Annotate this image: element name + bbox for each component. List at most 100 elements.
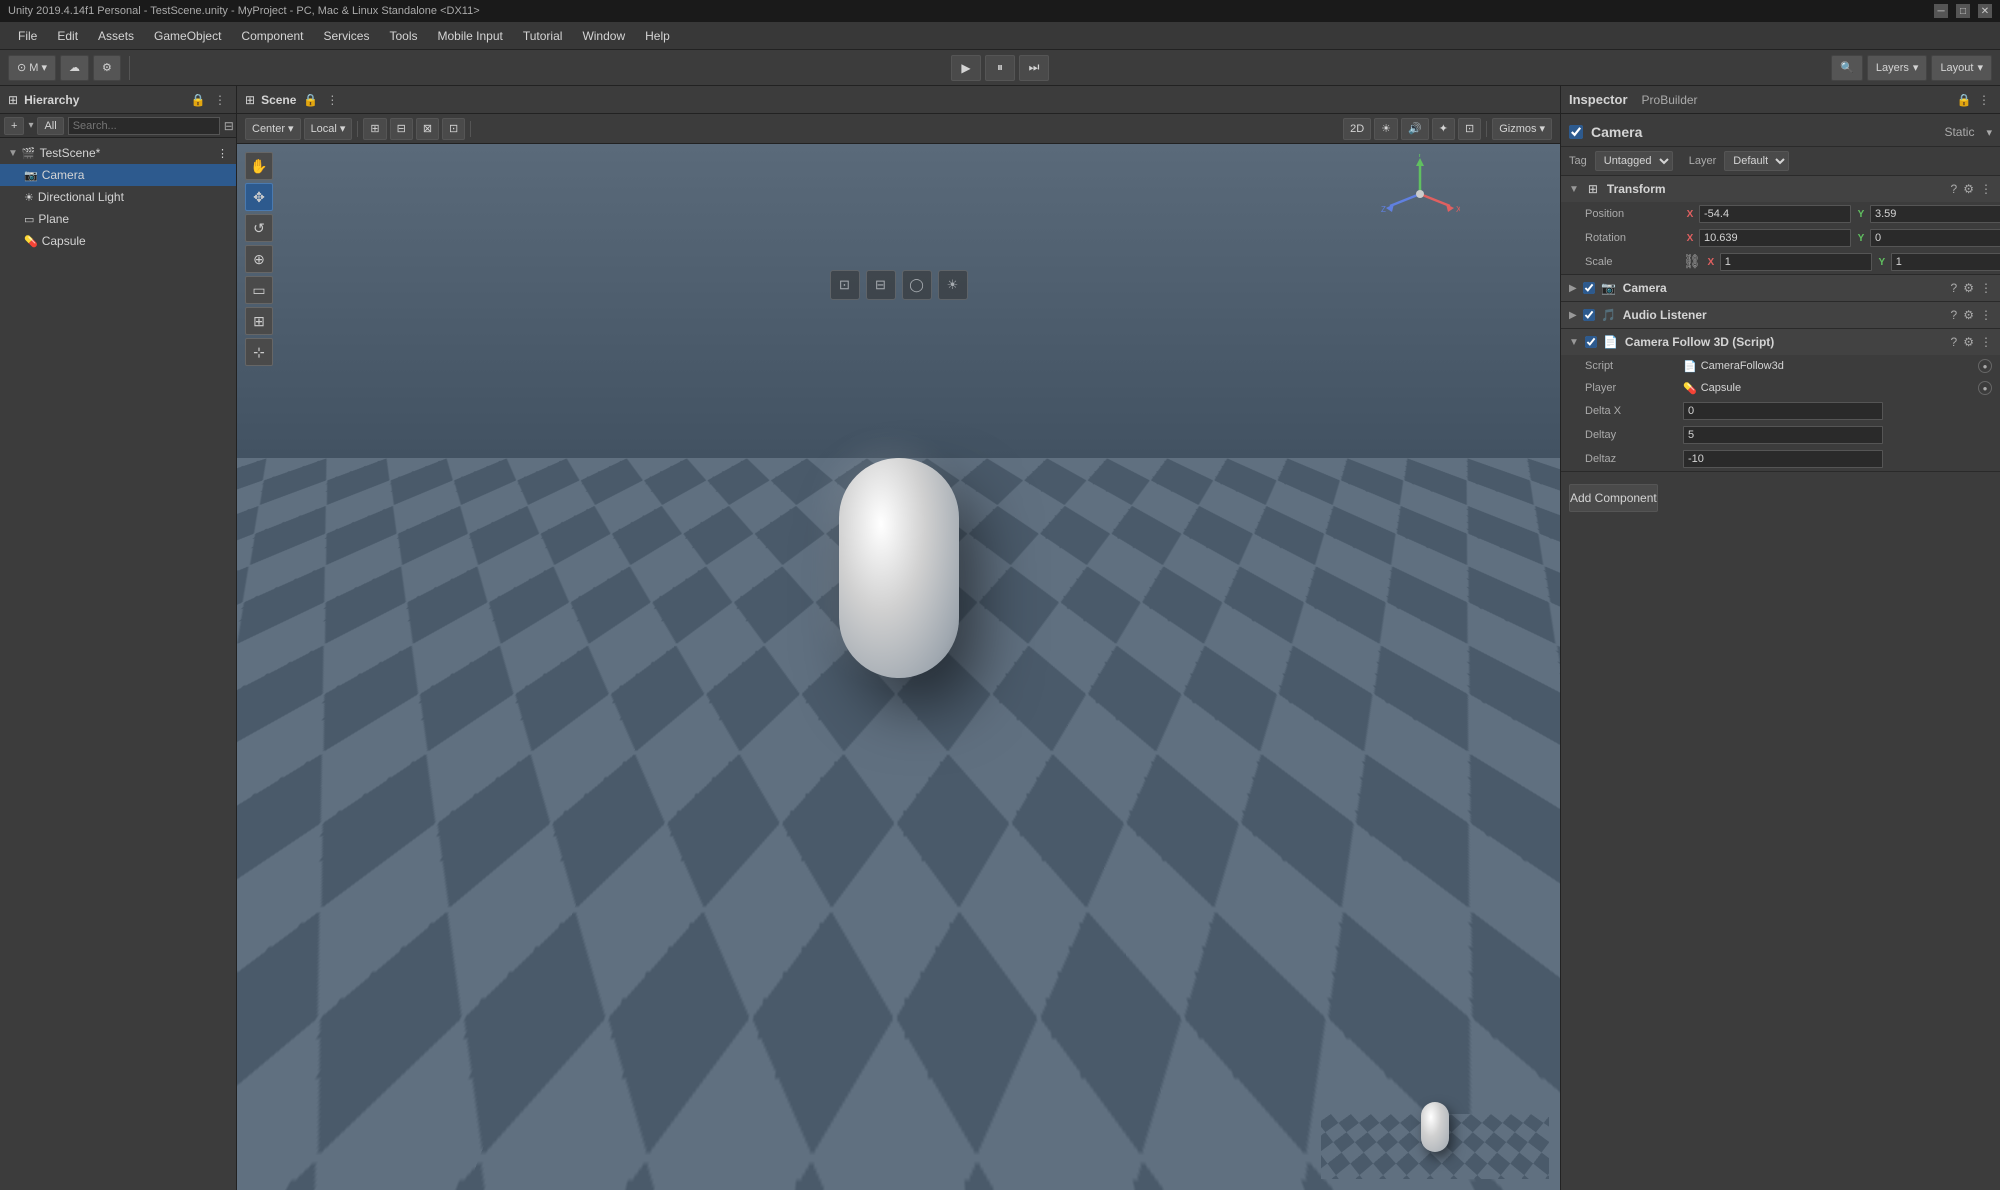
camera-component-header[interactable]: ▶ 📷 Camera ? ⚙ ⋮ (1561, 275, 2000, 301)
star-icon-button[interactable]: ⭐ (1024, 1000, 1044, 1020)
move-tool[interactable]: ✥ (245, 183, 273, 211)
static-arrow[interactable]: ▾ (1986, 126, 1992, 139)
game-tab[interactable]: 🎮 Game (403, 971, 480, 996)
scale-tool[interactable]: ⊕ (245, 245, 273, 273)
hier-item-testscene[interactable]: ▼ 🎬 TestScene* ⋮ (0, 142, 236, 164)
pause-button[interactable]: ⏸ (985, 55, 1015, 81)
menu-help[interactable]: Help (635, 25, 680, 47)
menu-file[interactable]: File (8, 25, 47, 47)
transform-help-button[interactable]: ? (1951, 182, 1958, 196)
scale-y-input[interactable] (1891, 253, 2000, 271)
player-ref-dot[interactable]: ● (1978, 381, 1992, 395)
hierarchy-lock-button[interactable]: 🔒 (190, 92, 206, 108)
grid-settings-button[interactable]: ⊠ (416, 118, 439, 140)
deltax-input[interactable] (1683, 402, 1883, 420)
history-icon-button[interactable]: 🕐 (1072, 1000, 1092, 1020)
scene-icon-box[interactable]: ⊡ (830, 270, 860, 300)
camera-comp-menu[interactable]: ⋮ (1980, 281, 1992, 295)
maximize-button[interactable]: □ (1956, 4, 1970, 18)
transform-menu-button[interactable]: ⋮ (1980, 182, 1992, 196)
settings-button[interactable]: ⚙ (93, 55, 121, 81)
hierarchy-search-input[interactable] (68, 117, 220, 135)
menu-edit[interactable]: Edit (47, 25, 88, 47)
console-tab[interactable]: ▤ Console (318, 971, 402, 996)
account-button[interactable]: ⊙ M ▾ (8, 55, 56, 81)
scene-icon-sphere[interactable]: ◯ (902, 270, 932, 300)
rotation-x-input[interactable] (1699, 229, 1851, 247)
menu-window[interactable]: Window (572, 25, 635, 47)
menu-tools[interactable]: Tools (379, 25, 427, 47)
layers-button[interactable]: Layers ▾ (1867, 55, 1928, 81)
bottom-lock-button[interactable]: 🔒 (1088, 976, 1104, 992)
audio-listener-help[interactable]: ? (1951, 308, 1958, 322)
deltay-input[interactable] (1683, 426, 1883, 444)
custom-tool[interactable]: ⊹ (245, 338, 273, 366)
hierarchy-all-button[interactable]: All (37, 117, 63, 135)
testscene-menu[interactable]: ⋮ (217, 147, 228, 160)
project-search-input[interactable] (278, 1001, 418, 1019)
add-component-button[interactable]: Add Component (1569, 484, 1658, 512)
scene-menu-button[interactable]: ⋮ (324, 92, 340, 108)
breadcrumb-testscene[interactable]: TestScene (534, 1029, 585, 1041)
tag-dropdown[interactable]: Untagged (1595, 151, 1673, 171)
scene-icon-light[interactable]: ☀ (938, 270, 968, 300)
minimize-button[interactable]: ─ (1934, 4, 1948, 18)
folder-text[interactable]: 📁 Text (241, 1027, 432, 1049)
hierarchy-menu-button[interactable]: ⋮ (212, 92, 228, 108)
hier-item-directionallight[interactable]: ☀ Directional Light (0, 186, 236, 208)
menu-gameobject[interactable]: GameObject (144, 25, 231, 47)
gizmos-button[interactable]: Gizmos ▾ (1492, 118, 1552, 140)
deltaz-input[interactable] (1683, 450, 1883, 468)
play-button[interactable]: ▶ (951, 55, 981, 81)
camera-follow-header[interactable]: ▼ 📄 Camera Follow 3D (Script) ? ⚙ ⋮ (1561, 329, 2000, 355)
cloud-button[interactable]: ☁ (60, 55, 89, 81)
grid-snap-button[interactable]: ⊞ (363, 118, 386, 140)
breadcrumb-assets[interactable]: Assets (445, 1029, 478, 1041)
hierarchy-filter-button[interactable]: ⊟ (224, 118, 234, 134)
camera-follow-menu[interactable]: ⋮ (1980, 335, 1992, 349)
audio-listener-header[interactable]: ▶ 🎵 Audio Listener ? ⚙ ⋮ (1561, 302, 2000, 328)
position-y-input[interactable] (1870, 205, 2000, 223)
scene-light-button[interactable]: ☀ (1374, 118, 1398, 140)
scene-lock-button[interactable]: 🔒 (302, 92, 318, 108)
menu-component[interactable]: Component (231, 25, 313, 47)
layout-button[interactable]: Layout ▾ (1931, 55, 1992, 81)
layer-dropdown[interactable]: Default (1724, 151, 1789, 171)
gizmo-widget[interactable]: Y X Z (1380, 154, 1460, 234)
folder-tombs[interactable]: 📁 Tombs (241, 1049, 432, 1071)
scene-audio-button[interactable]: 🔊 (1401, 118, 1429, 140)
collab-button[interactable]: 🔍 (1831, 55, 1863, 81)
hand-tool[interactable]: ✋ (245, 152, 273, 180)
inspector-lock-button[interactable]: 🔒 (1956, 92, 1972, 108)
menu-tutorial[interactable]: Tutorial (513, 25, 573, 47)
hier-item-capsule[interactable]: 💊 Capsule (0, 230, 236, 252)
menu-mobileinput[interactable]: Mobile Input (427, 25, 512, 47)
scene-visibility-button[interactable]: ⊡ (442, 118, 465, 140)
audio-listener-menu[interactable]: ⋮ (1980, 308, 1992, 322)
inspector-menu-button[interactable]: ⋮ (1976, 92, 1992, 108)
scene-view-btn2[interactable]: ⊡ (1458, 118, 1481, 140)
2d-button[interactable]: 2D (1343, 118, 1371, 140)
camera-comp-help[interactable]: ? (1951, 281, 1958, 295)
camera-comp-checkbox[interactable] (1583, 282, 1595, 294)
project-add-button[interactable]: + (245, 1001, 265, 1019)
close-button[interactable]: ✕ (1978, 4, 1992, 18)
scale-link-icon[interactable]: ⛓ (1683, 253, 1701, 271)
scene-fx-button[interactable]: ✦ (1432, 118, 1455, 140)
bottom-menu-button[interactable]: ⋮ (1104, 976, 1120, 992)
center-button[interactable]: Center ▾ (245, 118, 301, 140)
hierarchy-add-button[interactable]: + (4, 117, 24, 135)
camera-follow-checkbox[interactable] (1585, 336, 1597, 348)
people-icon-button[interactable]: 👥 (1000, 1000, 1020, 1020)
audio-listener-settings[interactable]: ⚙ (1963, 308, 1974, 322)
transform-header[interactable]: ▼ ⊞ Transform ? ⚙ ⋮ (1561, 176, 2000, 202)
info-icon-button[interactable]: ℹ (1048, 1000, 1068, 1020)
object-active-checkbox[interactable] (1569, 125, 1583, 139)
breadcrumb-scenes[interactable]: Scenes (488, 1029, 525, 1041)
menu-assets[interactable]: Assets (88, 25, 144, 47)
script-ref-dot[interactable]: ● (1978, 359, 1992, 373)
camera-follow-settings[interactable]: ⚙ (1963, 335, 1974, 349)
hier-item-camera[interactable]: 📷 Camera (0, 164, 236, 186)
audio-listener-checkbox[interactable] (1583, 309, 1595, 321)
scale-x-input[interactable] (1720, 253, 1872, 271)
